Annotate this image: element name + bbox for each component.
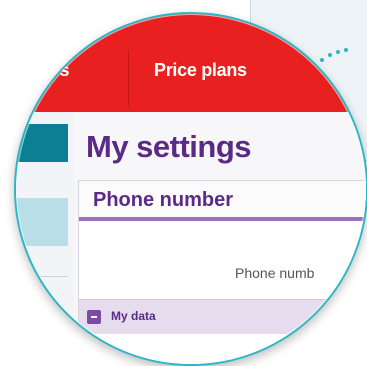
card-title: Phone number xyxy=(93,189,234,211)
phone-number-card: Phone number Phone numb My data xyxy=(78,180,366,364)
my-data-section-toggle[interactable]: My data xyxy=(79,299,366,334)
nav-item-price-plans[interactable]: Price plans xyxy=(154,60,247,81)
my-data-section-label: My data xyxy=(111,309,156,323)
magnifier-lens: es Price plans My settings Phone number … xyxy=(14,12,367,366)
nav-separator xyxy=(128,50,129,106)
sidebar-item-active[interactable] xyxy=(16,124,68,162)
nav-item-partial[interactable]: es xyxy=(50,60,70,81)
sidebar-divider xyxy=(16,276,68,277)
top-navigation-bar: es Price plans xyxy=(16,14,366,112)
sidebar-item[interactable] xyxy=(16,198,68,246)
minus-icon[interactable] xyxy=(87,310,101,324)
phone-number-field-label: Phone numb xyxy=(235,265,315,281)
page-title: My settings xyxy=(86,129,252,164)
card-header: Phone number xyxy=(79,181,366,221)
